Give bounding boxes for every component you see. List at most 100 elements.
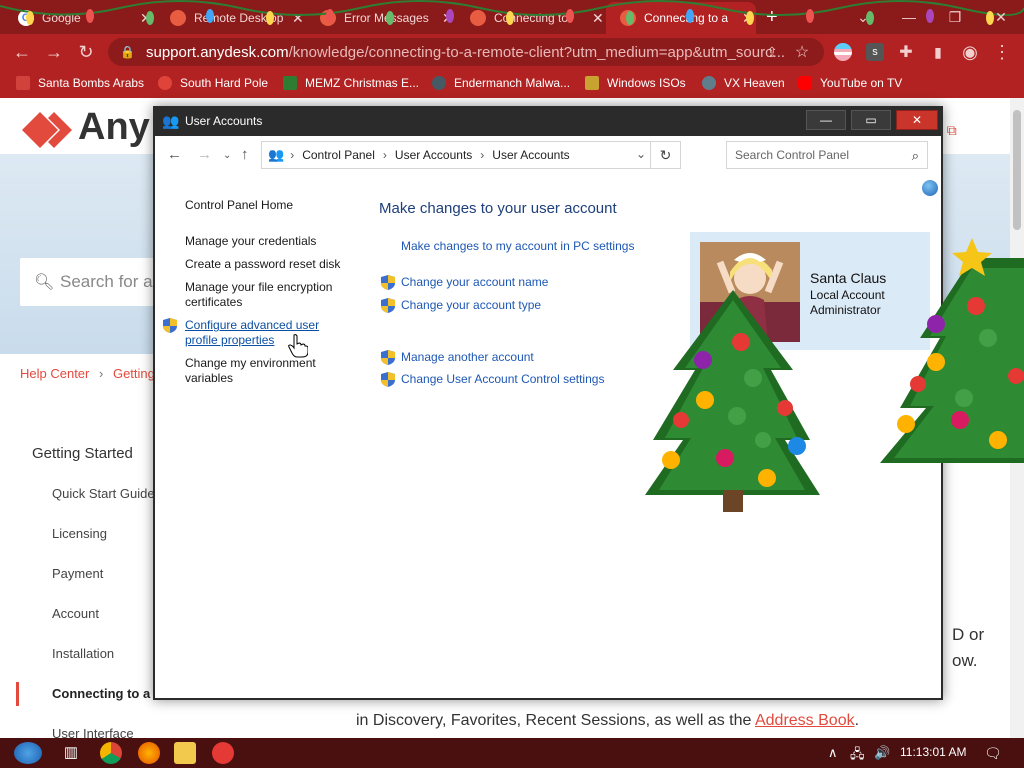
network-icon[interactable]: 🖧 — [850, 745, 865, 767]
nav-account[interactable]: Account — [52, 606, 99, 621]
bookmark-south-hard-pole[interactable]: South Hard Pole — [158, 76, 268, 90]
help-icon[interactable] — [922, 180, 938, 196]
notifications-icon[interactable]: 🗨 — [984, 745, 1002, 762]
address-book-link[interactable]: Address Book — [755, 712, 855, 729]
pc-settings-link[interactable]: Make changes to my account in PC setting… — [401, 239, 634, 253]
change-account-name-link[interactable]: Change your account name — [401, 275, 548, 289]
bookmark-windows-isos[interactable]: Windows ISOs — [585, 76, 686, 90]
breadcrumb-control-panel[interactable]: Control Panel — [302, 148, 375, 162]
tab-connecting-active[interactable]: Connecting to a ✕ — [606, 2, 756, 34]
paragraph-end: . — [854, 712, 860, 729]
explorer-address-bar[interactable]: 👥 › Control Panel › User Accounts › User… — [261, 141, 681, 169]
window-close-button[interactable]: ✕ — [896, 110, 938, 130]
user-name: Santa Claus — [810, 270, 887, 286]
breadcrumb-user-accounts-current[interactable]: User Accounts — [492, 148, 569, 162]
link-line: certificates — [185, 295, 243, 309]
profile-avatar-icon[interactable]: ◉ — [958, 40, 982, 64]
nav-quick-start[interactable]: Quick Start Guide — [52, 486, 155, 501]
share-icon[interactable]: ⇪ — [760, 40, 784, 64]
window-content: ← → ⌄ ↑ 👥 › Control Panel › User Account… — [155, 136, 941, 698]
extension-flag-icon[interactable] — [834, 43, 852, 61]
nav-back-icon[interactable]: ← — [167, 146, 182, 163]
recent-locations-icon[interactable]: ⌄ — [223, 150, 231, 161]
forward-button[interactable]: → — [42, 40, 66, 64]
window-maximize-button[interactable]: ▭ — [851, 110, 891, 130]
control-panel-home-link[interactable]: Control Panel Home — [185, 198, 293, 213]
bookmark-star-icon[interactable]: ☆ — [790, 40, 814, 64]
uac-settings-link[interactable]: Change User Account Control settings — [401, 372, 604, 386]
anydesk-icon — [320, 10, 336, 26]
chrome-taskbar-icon[interactable] — [100, 742, 122, 764]
manage-credentials-link[interactable]: Manage your credentials — [185, 234, 316, 249]
window-titlebar[interactable]: 👥 User Accounts — ▭ ✕ — [153, 106, 943, 136]
bookmark-endermanch[interactable]: Endermanch Malwa... — [432, 76, 570, 90]
account-role-label: Administrator — [810, 303, 881, 317]
anydesk-logo-text: Any — [78, 106, 150, 148]
file-explorer-taskbar-icon[interactable] — [174, 742, 196, 764]
tab-google[interactable]: G Google ✕ — [4, 2, 154, 34]
site-search-input[interactable]: 🔍︎ Search for a — [20, 258, 170, 306]
nav-connecting[interactable]: Connecting to a R — [52, 686, 163, 701]
tab-search-button[interactable]: ⌄ — [840, 0, 886, 34]
task-view-icon[interactable]: ▥ — [60, 742, 82, 764]
breadcrumb-current[interactable]: Getting — [113, 366, 155, 381]
minimize-button[interactable]: — — [886, 0, 932, 34]
breadcrumb-home[interactable]: Help Center — [20, 366, 89, 381]
new-tab-button[interactable]: + — [766, 6, 778, 29]
back-button[interactable]: ← — [10, 40, 34, 64]
uac-shield-icon — [381, 298, 395, 313]
tab-remote-desktop[interactable]: Remote Desktop ✕ — [156, 2, 306, 34]
youtube-icon — [798, 76, 812, 90]
close-icon[interactable]: ✕ — [442, 10, 454, 27]
side-panel-icon[interactable]: ▮ — [926, 40, 950, 64]
volume-icon[interactable]: 🔊 — [874, 745, 890, 761]
manage-another-account-link[interactable]: Manage another account — [401, 350, 534, 364]
nav-user-interface[interactable]: User Interface — [52, 726, 134, 738]
close-window-button[interactable]: ✕ — [978, 0, 1024, 34]
bookmark-youtube-tv[interactable]: YouTube on TV — [798, 76, 902, 90]
reload-button[interactable]: ↻ — [74, 40, 98, 64]
tray-chevron-icon[interactable]: ∧ — [828, 745, 838, 761]
bookmark-santa-bombs[interactable]: Santa Bombs Arabs — [16, 76, 144, 90]
nav-up-icon[interactable]: ↑ — [241, 146, 249, 163]
page-scrollbar-thumb[interactable] — [1013, 110, 1021, 230]
tab-connecting[interactable]: Connecting to ✕ — [456, 2, 606, 34]
window-minimize-button[interactable]: — — [806, 110, 846, 130]
file-encryption-link[interactable]: Manage your file encryption certificates — [185, 280, 332, 310]
nav-active-indicator — [16, 682, 19, 706]
breadcrumb-user-accounts[interactable]: User Accounts — [395, 148, 472, 162]
close-icon[interactable]: ✕ — [592, 10, 604, 27]
restore-button[interactable]: ❐ — [932, 0, 978, 34]
taskbar-clock[interactable]: 11:13:01 AM — [900, 745, 967, 759]
bookmark-vx-heaven[interactable]: VX Heaven — [702, 76, 785, 90]
chevron-down-icon[interactable]: ⌄ — [636, 147, 646, 161]
bookmark-label: Santa Bombs Arabs — [38, 76, 145, 90]
tab-error-messages[interactable]: Error Messages ✕ — [306, 2, 456, 34]
close-icon[interactable]: ✕ — [742, 10, 754, 27]
nav-installation[interactable]: Installation — [52, 646, 114, 661]
extensions-puzzle-icon[interactable]: ✚ — [894, 40, 918, 64]
anydesk-taskbar-icon[interactable] — [212, 742, 234, 764]
nav-payment[interactable]: Payment — [52, 566, 103, 581]
tab-title: Connecting to a — [644, 11, 729, 25]
environment-variables-link[interactable]: Change my environment variables — [185, 356, 316, 386]
start-button[interactable] — [14, 742, 42, 764]
refresh-icon[interactable]: ↻ — [650, 142, 680, 168]
bookmark-memz[interactable]: MEMZ Christmas E... — [283, 76, 419, 90]
link-line: variables — [185, 371, 234, 385]
bookmark-label: South Hard Pole — [180, 76, 269, 90]
close-icon[interactable]: ✕ — [292, 10, 304, 27]
control-panel-search-input[interactable]: Search Control Panel ⌕ — [726, 141, 928, 169]
menu-icon[interactable]: ⋮ — [990, 40, 1014, 64]
anydesk-icon — [170, 10, 186, 26]
christmas-tree-decoration — [880, 238, 1024, 463]
bookmark-icon — [158, 76, 172, 90]
extension-s-icon[interactable]: s — [866, 43, 884, 61]
firefox-taskbar-icon[interactable] — [138, 742, 160, 764]
nav-licensing[interactable]: Licensing — [52, 526, 107, 541]
change-account-type-link[interactable]: Change your account type — [401, 298, 541, 312]
password-reset-disk-link[interactable]: Create a password reset disk — [185, 257, 340, 272]
nav-forward-icon[interactable]: → — [197, 146, 212, 163]
address-bar[interactable]: 🔒 support.anydesk.com /knowledge/connect… — [108, 38, 824, 66]
close-icon[interactable]: ✕ — [140, 10, 152, 27]
